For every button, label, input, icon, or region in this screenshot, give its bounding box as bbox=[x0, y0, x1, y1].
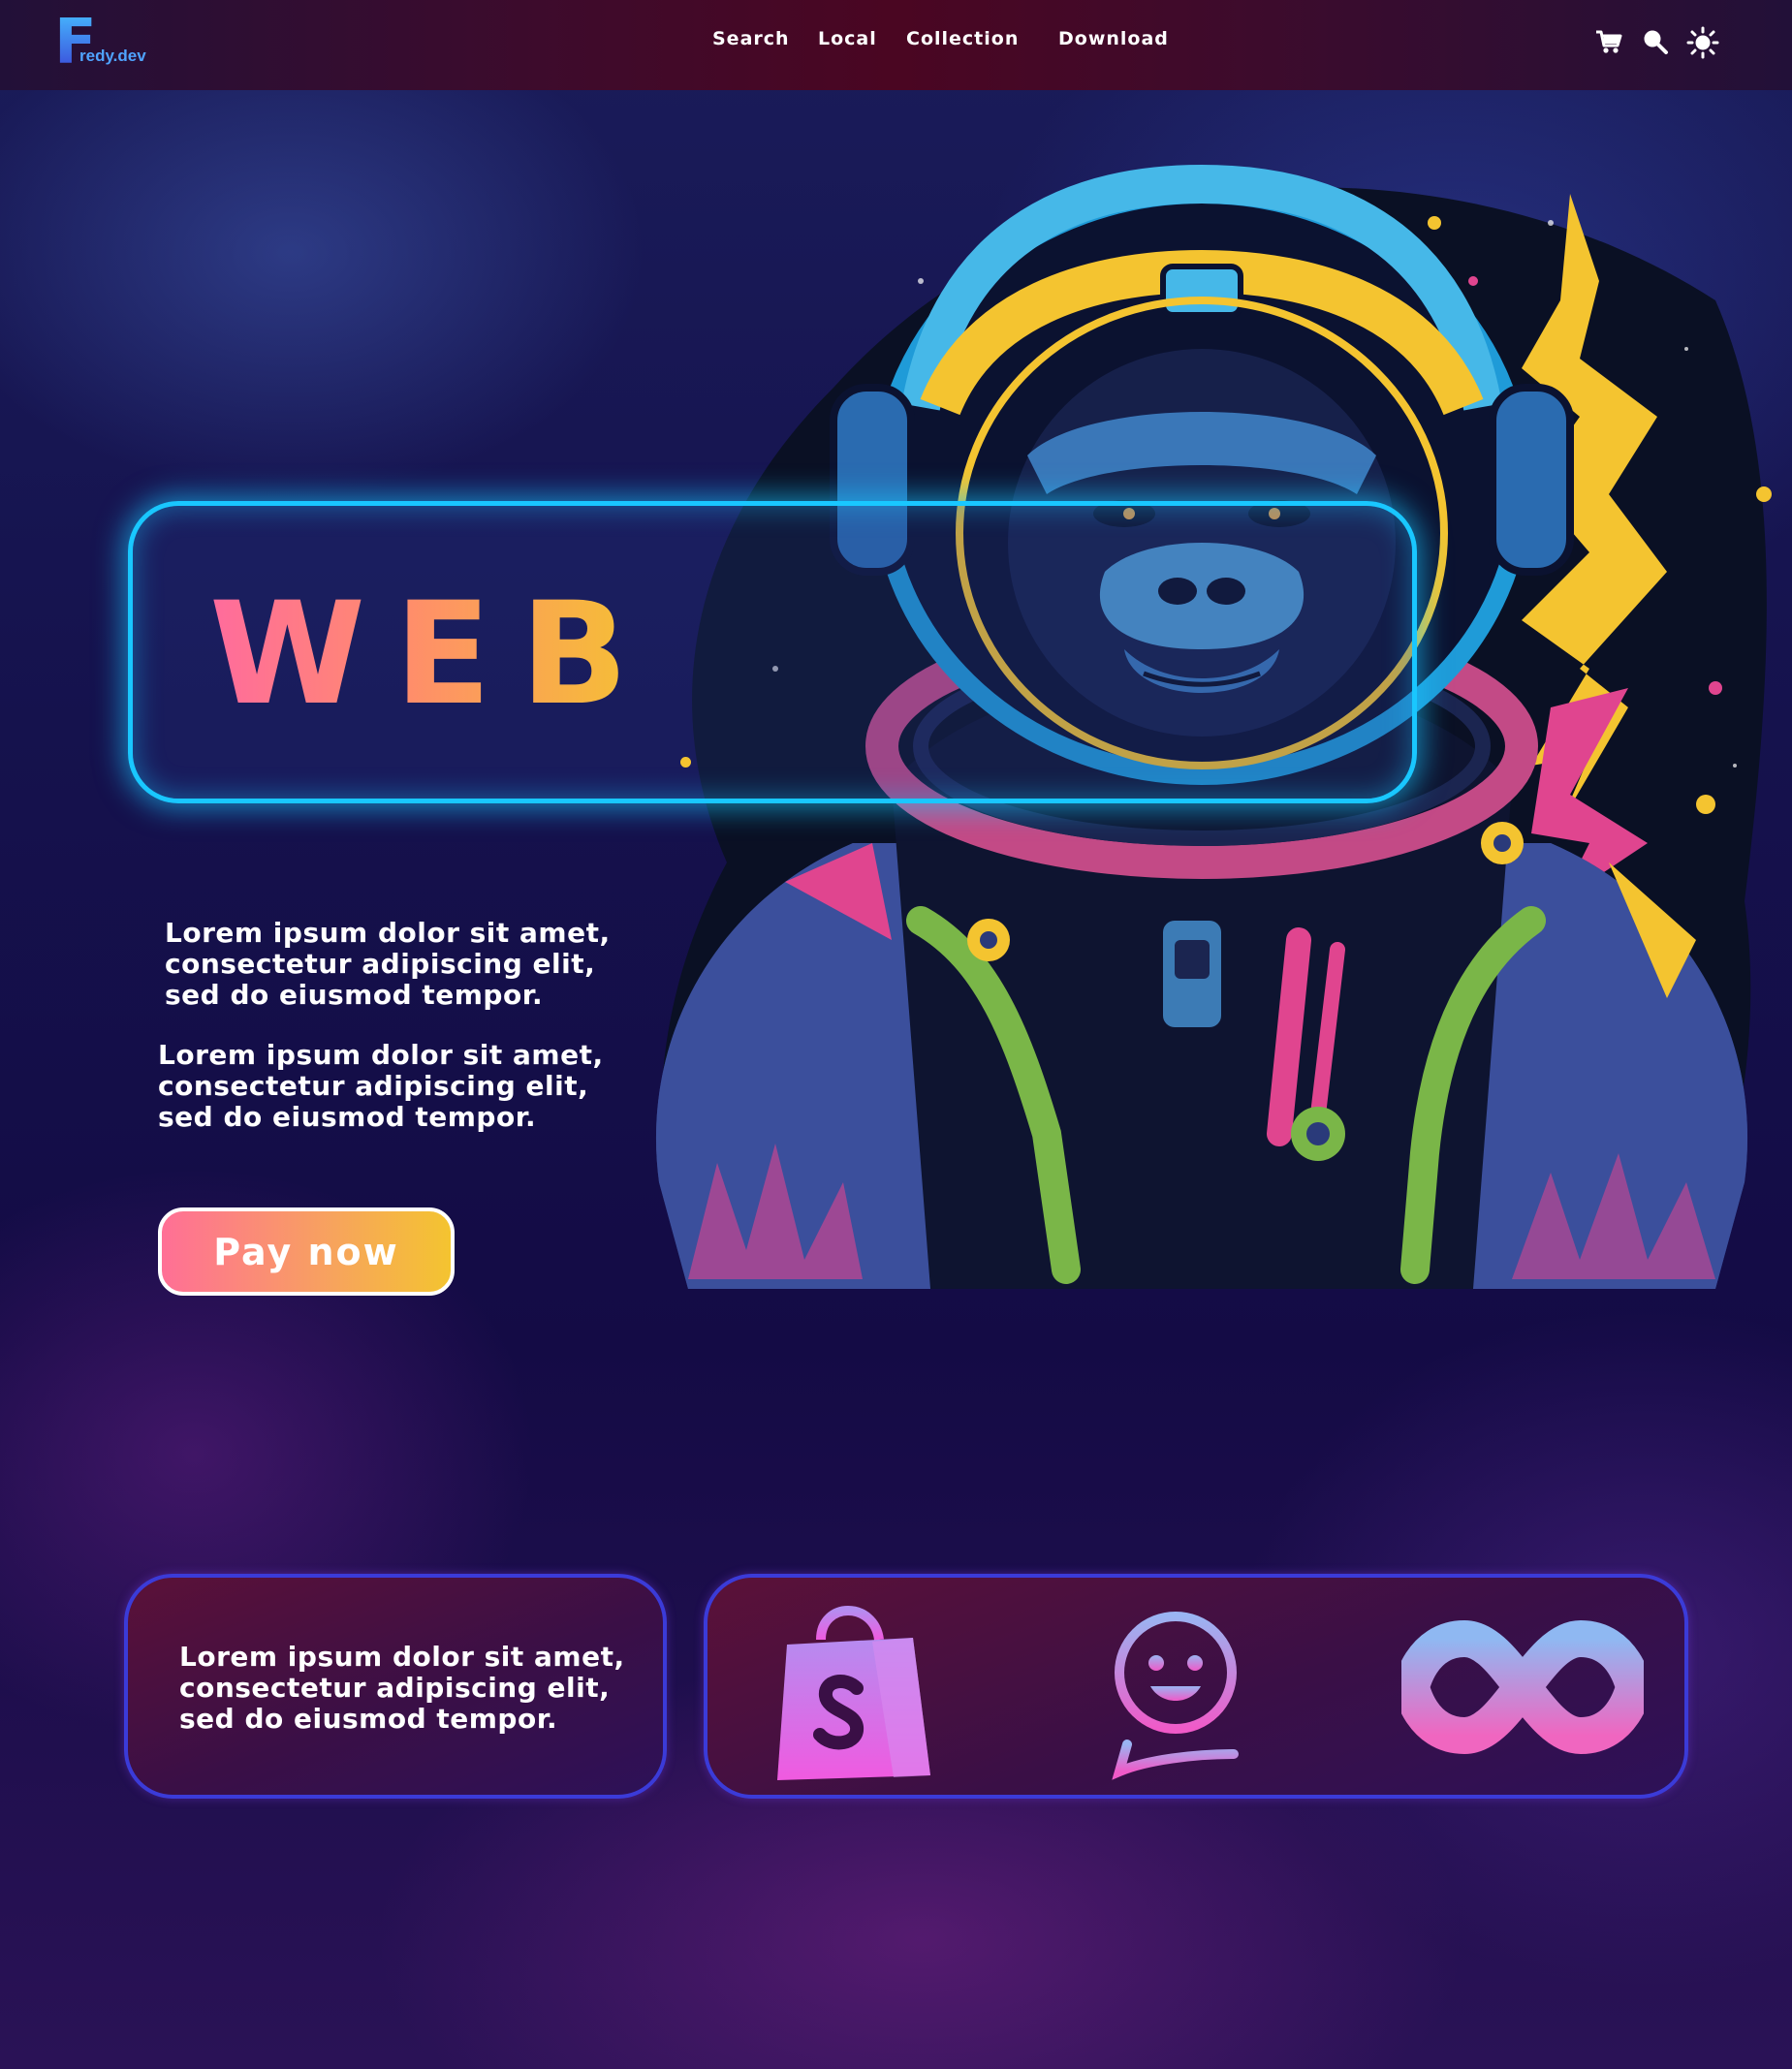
main-nav: Search Local Collection Download bbox=[0, 28, 1792, 57]
paragraph-line: consectetur adipiscing elit, bbox=[179, 1672, 611, 1704]
sun-icon[interactable] bbox=[1686, 26, 1719, 59]
dot-decoration bbox=[680, 757, 691, 768]
paragraph-line: Lorem ipsum dolor sit amet, bbox=[179, 1641, 625, 1673]
nav-item-download[interactable]: Download bbox=[1058, 28, 1169, 49]
paragraph-line: consectetur adipiscing elit, bbox=[158, 1070, 589, 1102]
paragraph-line: Lorem ipsum dolor sit amet, bbox=[165, 917, 611, 949]
astronaut-gorilla-illustration bbox=[601, 164, 1783, 1580]
hero-paragraph-1: Lorem ipsum dolor sit amet, consectetur … bbox=[165, 918, 611, 1011]
paragraph-line: consectetur adipiscing elit, bbox=[165, 948, 596, 980]
chat-smiley-icon[interactable] bbox=[1108, 1609, 1247, 1787]
info-card: Lorem ipsum dolor sit amet, consectetur … bbox=[124, 1574, 667, 1799]
paragraph-line: sed do eiusmod tempor. bbox=[165, 979, 544, 1011]
cart-icon[interactable] bbox=[1593, 26, 1624, 57]
feature-icons-card bbox=[704, 1574, 1688, 1799]
paragraph-line: sed do eiusmod tempor. bbox=[179, 1703, 558, 1735]
hero-paragraph-2: Lorem ipsum dolor sit amet, consectetur … bbox=[158, 1040, 604, 1133]
paragraph-line: sed do eiusmod tempor. bbox=[158, 1101, 537, 1133]
paragraph-line: Lorem ipsum dolor sit amet, bbox=[158, 1039, 604, 1071]
top-bar: F redy.dev Search Local Collection Downl… bbox=[0, 0, 1792, 90]
hero-title: WEB bbox=[209, 572, 658, 737]
infinity-icon[interactable] bbox=[1392, 1614, 1653, 1764]
search-icon[interactable] bbox=[1640, 26, 1671, 57]
nav-item-collection[interactable]: Collection bbox=[906, 28, 1019, 49]
nav-item-search[interactable]: Search bbox=[712, 28, 790, 49]
shopify-bag-icon[interactable] bbox=[768, 1591, 942, 1789]
info-card-text: Lorem ipsum dolor sit amet, consectetur … bbox=[179, 1642, 625, 1735]
pay-now-button[interactable]: Pay now bbox=[158, 1207, 455, 1296]
nav-item-local[interactable]: Local bbox=[818, 28, 877, 49]
